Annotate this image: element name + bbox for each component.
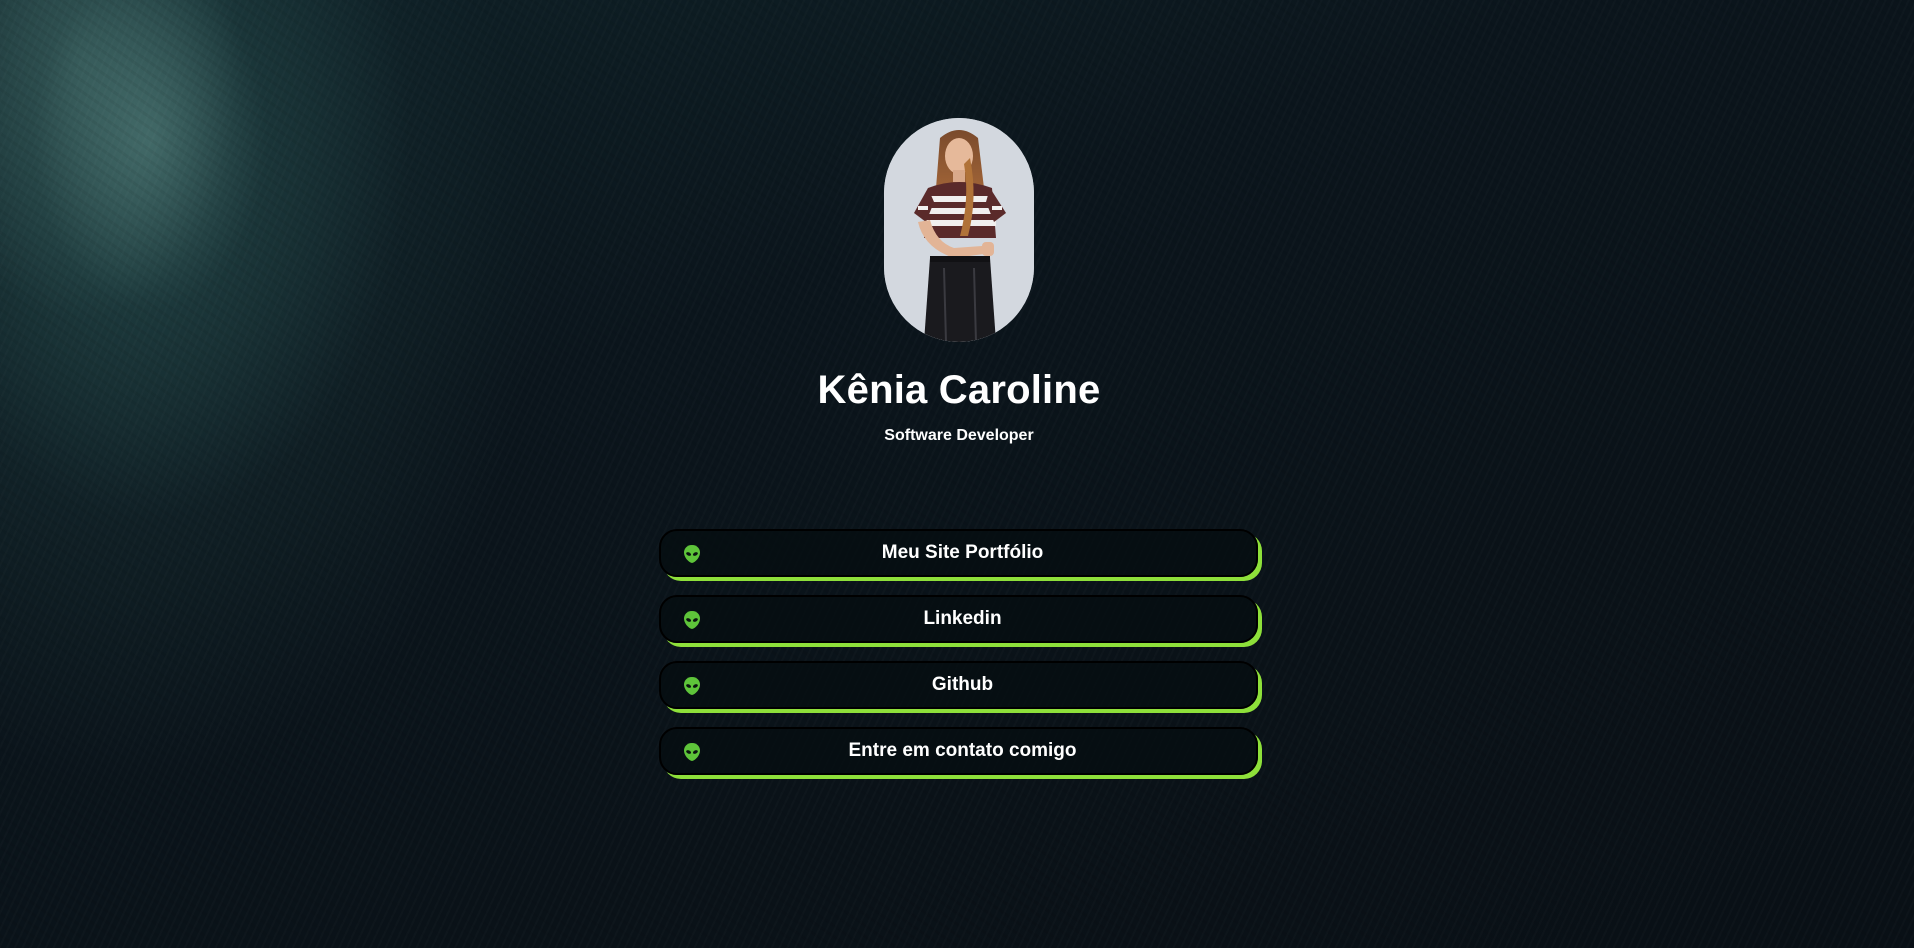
- contact-link-button[interactable]: Entre em contato comigo: [659, 727, 1258, 775]
- profile-role: Software Developer: [884, 427, 1034, 444]
- contact-link-label: Entre em contato comigo: [848, 740, 1077, 761]
- github-link-label: Github: [931, 674, 994, 695]
- avatar-photo: [884, 118, 1034, 342]
- linkedin-link-button[interactable]: Linkedin: [659, 595, 1258, 643]
- portfolio-link-button[interactable]: Meu Site Portfólio: [659, 529, 1258, 577]
- avatar: [884, 118, 1034, 342]
- portfolio-link-label: Meu Site Portfólio: [881, 542, 1044, 563]
- linkedin-link-label: Linkedin: [923, 608, 1002, 629]
- links-list: Meu Site Portfólio Linkedin Github Entre…: [659, 529, 1262, 793]
- profile-name: Kênia Caroline: [817, 368, 1101, 412]
- github-link-button[interactable]: Github: [659, 661, 1258, 709]
